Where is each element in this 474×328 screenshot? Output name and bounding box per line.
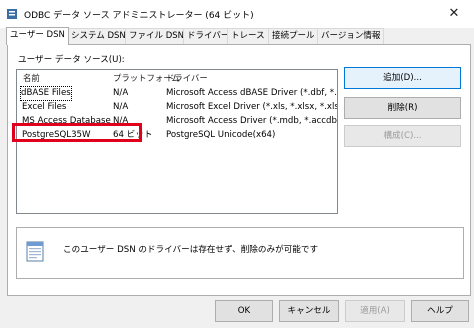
list-row[interactable]: Excel Files N/A Microsoft Excel Driver (… [17,101,337,114]
tab-user-dsn[interactable]: ユーザー DSN [6,27,69,45]
column-header-name[interactable]: 名前 [23,72,40,84]
add-button[interactable]: 追加(D)... [344,67,461,89]
tab-file-dsn[interactable]: ファイル DSN [125,28,189,44]
dsn-name: dBASE Files [20,86,72,101]
help-button[interactable]: ヘルプ [411,300,469,322]
tab-drivers[interactable]: ドライバー [183,28,234,44]
tab-tracing[interactable]: トレース [227,28,269,44]
title-bar: ODBC データ ソース アドミニストレーター (64 ビット) ✕ [0,0,474,28]
cancel-button[interactable]: キャンセル [279,300,339,322]
ok-button[interactable]: OK [215,300,273,322]
dsn-driver: Microsoft Excel Driver (*.xls, *.xlsx, *… [166,102,338,112]
list-row[interactable]: dBASE Files N/A Microsoft Access dBASE D… [17,86,338,101]
column-header-driver[interactable]: ドライバー [166,72,208,84]
configure-button[interactable]: 構成(C)... [344,125,461,147]
red-highlight-box [12,123,142,142]
dsn-platform: N/A [113,102,129,112]
dsn-driver: Microsoft Access dBASE Driver (*.dbf, *.… [166,88,338,98]
close-icon[interactable]: ✕ [440,3,468,25]
tab-connection-pooling[interactable]: 接続プール [268,28,319,44]
dsn-name: Excel Files [22,102,67,112]
tab-about[interactable]: バージョン情報 [317,28,385,44]
dsn-platform: N/A [113,88,129,98]
info-box: このユーザー DSN のドライバーは存在せず、削除のみが可能です [16,227,464,279]
dsn-driver: Microsoft Access Driver (*.mdb, *.accdb) [166,116,338,126]
info-message: このユーザー DSN のドライバーは存在せず、削除のみが可能です [63,245,319,255]
odbc-app-icon [7,9,17,19]
data-source-icon [26,241,44,262]
apply-button[interactable]: 適用(A) [345,300,405,322]
user-dsn-panel: ユーザー データ ソース(U): 名前 プラットフォーム ドライバー dBASE… [7,44,471,296]
tab-system-dsn[interactable]: システム DSN [67,28,130,44]
window-title: ODBC データ ソース アドミニストレーター (64 ビット) [24,11,254,21]
dsn-driver: PostgreSQL Unicode(x64) [166,130,276,140]
remove-button[interactable]: 削除(R) [344,97,461,119]
section-label: ユーザー データ ソース(U): [18,55,125,65]
odbc-admin-window: ODBC データ ソース アドミニストレーター (64 ビット) ✕ ユーザー … [0,0,474,328]
